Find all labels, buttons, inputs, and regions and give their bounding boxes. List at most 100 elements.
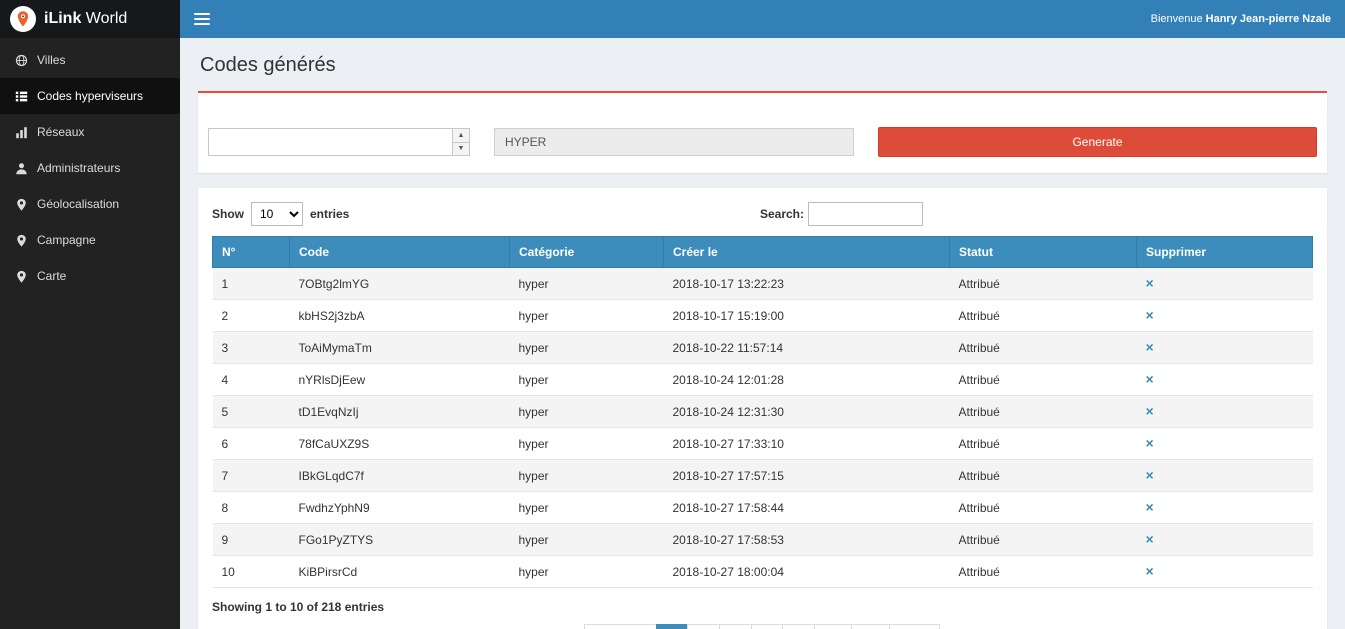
cell-created: 2018-10-27 18:00:04 [664,556,950,588]
sidebar-item-geolocalisation[interactable]: Géolocalisation [0,186,180,222]
column-header-num: N° [213,237,290,268]
welcome-text: Bienvenue Hanry Jean-pierre Nzale [1151,13,1331,25]
page-length-select[interactable]: 10 [251,202,303,226]
table-summary: Showing 1 to 10 of 218 entries [212,600,1313,614]
delete-icon[interactable]: × [1146,563,1154,579]
cell-status: Attribué [950,556,1137,588]
table-row: 10 KiBPirsrCd hyper 2018-10-27 18:00:04 … [213,556,1313,588]
cell-category: hyper [510,492,664,524]
cell-created: 2018-10-24 12:01:28 [664,364,950,396]
app-logo-icon [10,6,36,32]
delete-icon[interactable]: × [1146,531,1154,547]
cell-status: Attribué [950,492,1137,524]
column-header-created: Créer le [664,237,950,268]
sidebar-nav: Villes Codes hyperviseurs Réseaux Admini… [0,38,180,629]
cell-code: kbHS2j3zbA [290,300,510,332]
cell-category: hyper [510,332,664,364]
cell-created: 2018-10-27 17:58:53 [664,524,950,556]
sidebar-item-label: Villes [37,53,65,67]
cell-num: 2 [213,300,290,332]
column-header-delete: Supprimer [1137,237,1313,268]
cell-status: Attribué [950,300,1137,332]
table-row: 1 7OBtg2lmYG hyper 2018-10-17 13:22:23 A… [213,268,1313,300]
table-row: 3 ToAiMymaTm hyper 2018-10-22 11:57:14 A… [213,332,1313,364]
sidebar-item-label: Codes hyperviseurs [37,89,143,103]
cell-num: 8 [213,492,290,524]
cell-num: 7 [213,460,290,492]
delete-icon[interactable]: × [1146,403,1154,419]
cell-num: 5 [213,396,290,428]
pagination-ellipsis[interactable]: … [814,624,852,629]
sidebar-item-label: Réseaux [37,125,84,139]
generate-button[interactable]: Generate [878,127,1317,157]
pagination-previous-button[interactable]: Previous [584,624,657,629]
pagination-page-22[interactable]: 22 [851,624,890,629]
content-column: Bienvenue Hanry Jean-pierre Nzale Codes … [180,0,1345,629]
delete-icon[interactable]: × [1146,275,1154,291]
pagination-page-2[interactable]: 2 [687,624,720,629]
pagination-next-button[interactable]: Next [889,624,940,629]
cell-status: Attribué [950,396,1137,428]
main-content: Codes générés ▲ ▼ Generate [180,38,1345,629]
table-row: 7 IBkGLqdC7f hyper 2018-10-27 17:57:15 A… [213,460,1313,492]
delete-icon[interactable]: × [1146,371,1154,387]
sidebar-item-codes-hyperviseurs[interactable]: Codes hyperviseurs [0,78,180,114]
delete-icon[interactable]: × [1146,339,1154,355]
brand-title-light: World [86,10,128,27]
table-row: 8 FwdhzYphN9 hyper 2018-10-27 17:58:44 A… [213,492,1313,524]
entries-label: entries [310,207,349,221]
table-header-row: N° Code Catégorie Créer le Statut Suppri… [213,237,1313,268]
sidebar-item-villes[interactable]: Villes [0,42,180,78]
sidebar-item-campagne[interactable]: Campagne [0,222,180,258]
cell-code: IBkGLqdC7f [290,460,510,492]
category-input[interactable] [494,128,854,156]
cell-category: hyper [510,556,664,588]
page-title: Codes générés [200,54,1327,77]
sidebar-item-reseaux[interactable]: Réseaux [0,114,180,150]
table-row: 4 nYRlsDjEew hyper 2018-10-24 12:01:28 A… [213,364,1313,396]
stepper-down-icon[interactable]: ▼ [453,143,469,156]
delete-icon[interactable]: × [1146,499,1154,515]
cell-created: 2018-10-27 17:57:15 [664,460,950,492]
search-input[interactable] [808,202,923,226]
sidebar-item-label: Campagne [37,233,96,247]
column-header-status: Statut [950,237,1137,268]
cell-category: hyper [510,460,664,492]
search-control: Search: [760,202,923,226]
pagination: Previous12345…22Next [585,624,940,629]
cell-category: hyper [510,268,664,300]
pagination-page-1[interactable]: 1 [656,624,689,629]
cell-num: 6 [213,428,290,460]
stepper-up-icon[interactable]: ▲ [453,129,469,143]
page-length-control: Show 10 entries [212,202,349,226]
welcome-user-name: Hanry Jean-pierre Nzale [1206,13,1331,25]
list-icon [14,90,28,103]
cell-category: hyper [510,364,664,396]
cell-created: 2018-10-17 13:22:23 [664,268,950,300]
cell-status: Attribué [950,268,1137,300]
app-window: iLink World Villes Codes hyperviseurs Ré… [0,0,1345,629]
cell-status: Attribué [950,332,1137,364]
show-label: Show [212,207,244,221]
cell-code: tD1EvqNzIj [290,396,510,428]
pagination-page-4[interactable]: 4 [751,624,784,629]
delete-icon[interactable]: × [1146,467,1154,483]
cell-created: 2018-10-17 15:19:00 [664,300,950,332]
cell-category: hyper [510,524,664,556]
cell-status: Attribué [950,428,1137,460]
top-navbar: Bienvenue Hanry Jean-pierre Nzale [180,0,1345,38]
map-marker-icon [14,234,28,247]
bar-chart-icon [14,126,28,139]
sidebar-item-label: Carte [37,269,66,283]
code-count-input[interactable] [208,128,470,156]
codes-table-panel: Show 10 entries Search: [198,188,1327,629]
sidebar-toggle-button[interactable] [194,13,210,25]
pagination-page-5[interactable]: 5 [782,624,815,629]
pagination-area: Previous12345…22Next [212,624,1313,629]
sidebar-item-administrateurs[interactable]: Administrateurs [0,150,180,186]
sidebar-item-carte[interactable]: Carte [0,258,180,294]
cell-status: Attribué [950,364,1137,396]
pagination-page-3[interactable]: 3 [719,624,752,629]
delete-icon[interactable]: × [1146,307,1154,323]
delete-icon[interactable]: × [1146,435,1154,451]
